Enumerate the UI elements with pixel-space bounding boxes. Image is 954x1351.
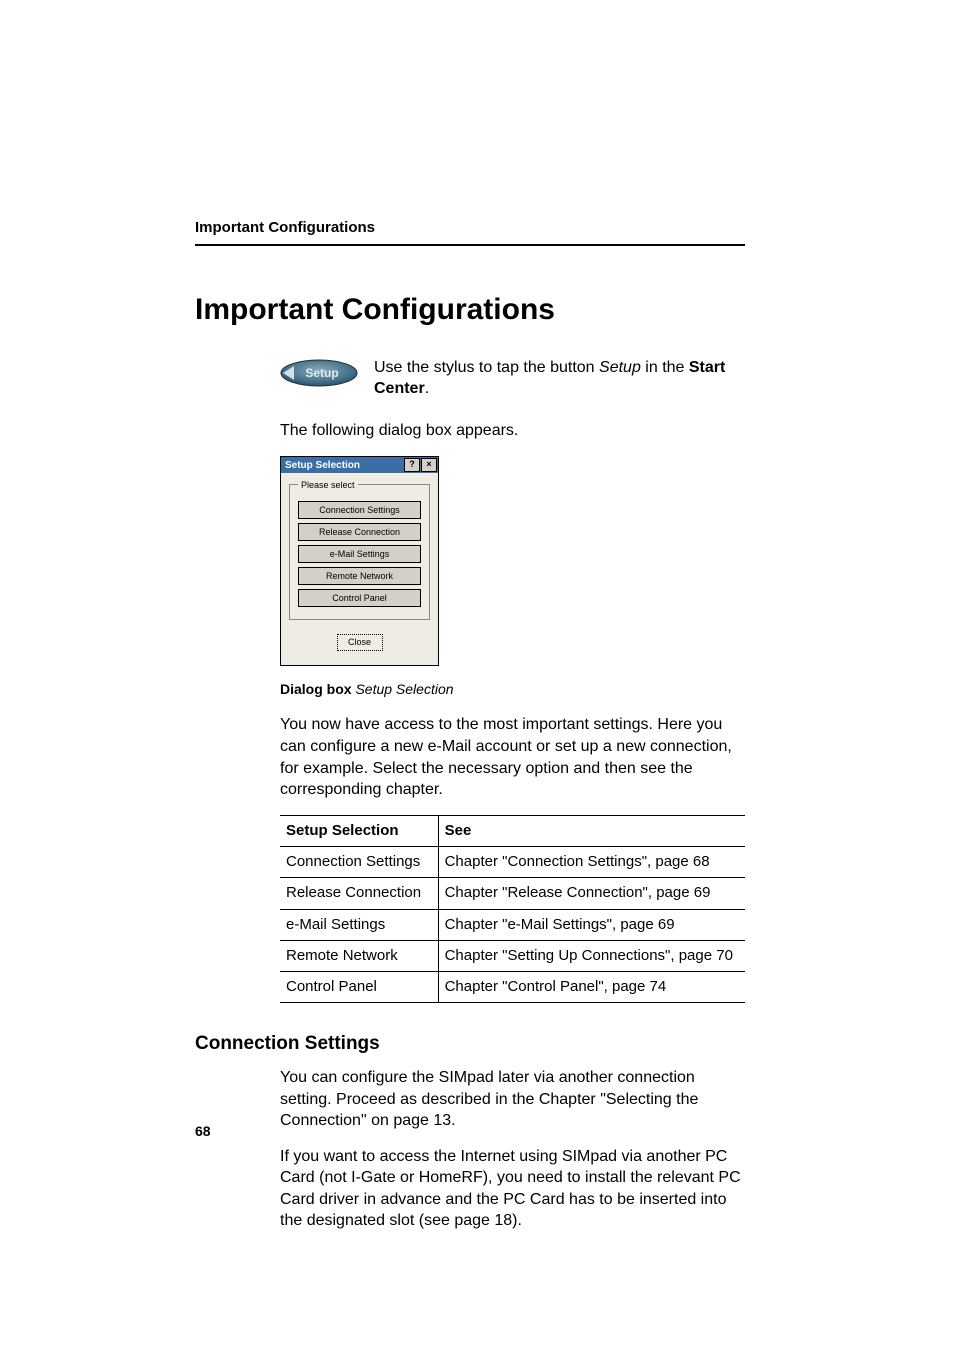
table-row: Control Panel Chapter "Control Panel", p… (280, 972, 745, 1003)
table-cell: Chapter "e-Mail Settings", page 69 (438, 909, 745, 940)
table-head-2: See (438, 815, 745, 846)
please-select-legend: Please select (298, 479, 358, 491)
running-head: Important Configurations (195, 218, 745, 238)
section-paragraph-1: You can configure the SIMpad later via a… (280, 1067, 745, 1132)
table-cell: Remote Network (280, 940, 438, 971)
dialog-close-button[interactable]: Close (337, 634, 383, 650)
table-head-1: Setup Selection (280, 815, 438, 846)
header-rule (195, 244, 745, 246)
table-cell: e-Mail Settings (280, 909, 438, 940)
dialog-title: Setup Selection (281, 457, 404, 473)
setup-button-label: Setup (305, 366, 338, 380)
dialog-item-release-connection[interactable]: Release Connection (298, 523, 421, 541)
table-cell: Chapter "Control Panel", page 74 (438, 972, 745, 1003)
access-text: You now have access to the most importan… (280, 714, 745, 800)
table-cell: Connection Settings (280, 847, 438, 878)
intro-em: Setup (599, 359, 641, 376)
caption-value: Setup Selection (355, 681, 453, 697)
section-heading-connection-settings: Connection Settings (195, 1031, 745, 1057)
table-row: Release Connection Chapter "Release Conn… (280, 878, 745, 909)
section-paragraph-2: If you want to access the Internet using… (280, 1146, 745, 1232)
dialog-item-control-panel[interactable]: Control Panel (298, 589, 421, 607)
dialog-item-connection-settings[interactable]: Connection Settings (298, 501, 421, 519)
table-cell: Chapter "Connection Settings", page 68 (438, 847, 745, 878)
dialog-titlebar: Setup Selection ? × (281, 457, 438, 473)
following-text: The following dialog box appears. (280, 420, 745, 442)
intro-text: Use the stylus to tap the button Setup i… (374, 357, 745, 400)
dialog-close-x-button[interactable]: × (421, 458, 437, 472)
table-row: e-Mail Settings Chapter "e-Mail Settings… (280, 909, 745, 940)
dialog-item-remote-network[interactable]: Remote Network (298, 567, 421, 585)
table-row: Connection Settings Chapter "Connection … (280, 847, 745, 878)
intro-row: Setup Use the stylus to tap the button S… (280, 357, 745, 400)
table-cell: Release Connection (280, 878, 438, 909)
table-row: Remote Network Chapter "Setting Up Conne… (280, 940, 745, 971)
dialog-caption: Dialog box Setup Selection (280, 680, 745, 699)
intro-part-c: . (425, 380, 429, 397)
table-cell: Control Panel (280, 972, 438, 1003)
caption-label: Dialog box (280, 681, 352, 697)
page-number: 68 (195, 1122, 211, 1141)
page-title: Important Configurations (195, 290, 745, 331)
dialog-help-button[interactable]: ? (404, 458, 420, 472)
please-select-group: Please select Connection Settings Releas… (289, 479, 430, 621)
setup-selection-dialog: Setup Selection ? × Please select Connec… (280, 456, 439, 666)
table-cell: Chapter "Setting Up Connections", page 7… (438, 940, 745, 971)
intro-part-a: Use the stylus to tap the button (374, 359, 599, 376)
setup-selection-table: Setup Selection See Connection Settings … (280, 815, 745, 1004)
intro-part-b: in the (641, 359, 689, 376)
dialog-item-email-settings[interactable]: e-Mail Settings (298, 545, 421, 563)
table-cell: Chapter "Release Connection", page 69 (438, 878, 745, 909)
setup-button-graphic: Setup (280, 359, 358, 387)
